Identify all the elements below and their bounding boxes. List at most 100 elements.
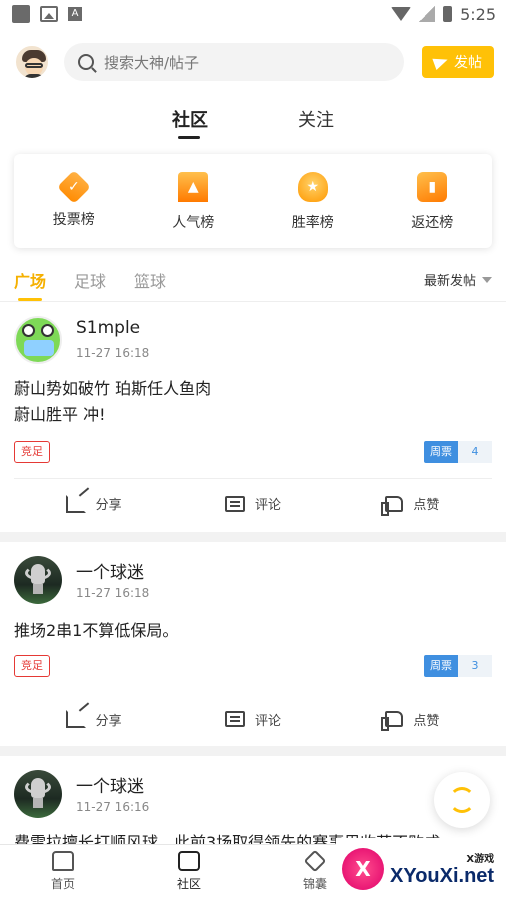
vote-count: 4 <box>458 441 492 463</box>
battery-icon <box>443 6 453 22</box>
vote-badge: 周票 3 <box>424 655 492 677</box>
rank-label: 胜率榜 <box>291 215 334 231</box>
post-time: 11-27 16:16 <box>76 800 150 814</box>
rank-label: 返还榜 <box>411 215 454 231</box>
user-avatar[interactable] <box>14 44 50 80</box>
nav-label: 社区 <box>176 877 201 891</box>
thumbs-up-icon <box>381 495 404 516</box>
nav-label: 首页 <box>50 877 75 891</box>
main-tabs: 社区 关注 <box>0 104 506 144</box>
comment-icon <box>224 711 245 727</box>
post-time: 11-27 16:18 <box>76 586 150 600</box>
post-author[interactable]: S1mple <box>76 318 140 338</box>
post-author[interactable]: 一个球迷 <box>76 558 144 583</box>
like-label: 点赞 <box>413 713 440 729</box>
share-button[interactable]: 分享 <box>14 479 173 528</box>
post-author[interactable]: 一个球迷 <box>76 772 144 797</box>
sort-label: 最新发帖 <box>423 274 476 289</box>
refresh-button[interactable] <box>434 772 490 828</box>
post-avatar[interactable] <box>14 770 62 818</box>
post-time: 11-27 16:18 <box>76 346 150 360</box>
tab-basketball[interactable]: 篮球 <box>134 268 166 292</box>
like-label: 点赞 <box>413 498 440 513</box>
like-button[interactable]: 点赞 <box>333 694 492 744</box>
rank-label: 人气榜 <box>172 215 215 231</box>
tab-football[interactable]: 足球 <box>74 268 106 292</box>
post-button-label: 发帖 <box>454 55 482 71</box>
watermark-text: XYouXi.net <box>390 865 495 887</box>
comment-icon <box>224 495 245 512</box>
watermark-logo: X <box>342 848 384 890</box>
diamond-icon <box>303 849 327 873</box>
refresh-icon <box>449 787 475 813</box>
tab-community[interactable]: 社区 <box>172 106 208 132</box>
rank-label: 投票榜 <box>52 212 95 228</box>
wifi-icon <box>391 7 412 21</box>
search-input[interactable]: 搜索大神/帖子 <box>64 43 404 81</box>
search-placeholder: 搜索大神/帖子 <box>104 53 200 72</box>
rank-win-rate[interactable]: ★ 胜率榜 <box>253 154 373 248</box>
caret-down-icon <box>482 276 492 283</box>
a-notification-icon: A <box>68 7 82 21</box>
divider <box>0 746 506 756</box>
community-icon <box>178 851 200 871</box>
vote-label: 周票 <box>424 655 458 677</box>
share-icon <box>65 710 86 728</box>
vote-rank-icon: ✓ <box>56 170 91 204</box>
sort-dropdown[interactable]: 最新发帖 <box>424 270 492 289</box>
post-text-line: 推场2串1不算低保局。 <box>14 621 179 640</box>
tab-plaza[interactable]: 广场 <box>14 268 46 292</box>
rank-popularity[interactable]: ▲ 人气榜 <box>134 154 254 248</box>
post-text-line: 蔚山势如破竹 珀斯任人鱼肉 <box>14 379 212 398</box>
vote-badge: 周票 4 <box>424 441 492 463</box>
comment-button[interactable]: 评论 <box>173 479 332 528</box>
post-card[interactable]: S1mple 11-27 16:18 蔚山势如破竹 珀斯任人鱼肉 蔚山胜平 冲!… <box>0 302 506 532</box>
post-avatar[interactable] <box>14 316 62 364</box>
post-card[interactable]: 一个球迷 11-27 16:18 推场2串1不算低保局。 竞足 周票 3 分享 … <box>0 542 506 746</box>
post-text-line: 蔚山胜平 冲! <box>14 405 106 424</box>
top-bar: 搜索大神/帖子 发帖 <box>0 40 506 84</box>
post-tag: 竞足 <box>14 441 50 463</box>
vote-label: 周票 <box>424 441 458 463</box>
return-rank-icon: ▮ <box>417 172 448 202</box>
post-avatar[interactable] <box>14 556 62 604</box>
post-tag: 竞足 <box>14 655 50 677</box>
watermark: X X游戏 XYouXi.net <box>336 838 506 900</box>
nav-home[interactable]: 首页 <box>0 845 126 900</box>
post-actions: 分享 评论 点赞 <box>14 478 492 528</box>
popularity-rank-icon: ▲ <box>178 172 209 202</box>
win-rate-rank-icon: ★ <box>297 172 328 202</box>
nav-community[interactable]: 社区 <box>126 845 252 900</box>
rank-vote[interactable]: ✓ 投票榜 <box>14 154 134 248</box>
post-card[interactable]: 一个球迷 11-27 16:16 费雷拉擅长打顺风球，此前3场取得领先的赛事里收… <box>0 756 506 844</box>
like-button[interactable]: 点赞 <box>333 479 492 528</box>
status-bar: A 5:25 <box>0 0 506 28</box>
share-label: 分享 <box>95 498 122 513</box>
vote-count: 3 <box>458 655 492 677</box>
share-button[interactable]: 分享 <box>14 694 173 744</box>
status-time: 5:25 <box>460 4 496 24</box>
sub-tabs: 广场 足球 篮球 最新发帖 <box>0 262 506 302</box>
watermark-small-text: X游戏 <box>466 854 495 865</box>
rank-card: ✓ 投票榜 ▲ 人气榜 ★ 胜率榜 ▮ 返还榜 <box>14 154 492 248</box>
post-button[interactable]: 发帖 <box>422 46 494 78</box>
sub-tab-indicator <box>18 298 42 301</box>
post-actions: 分享 评论 点赞 <box>14 694 492 744</box>
comment-label: 评论 <box>254 713 281 729</box>
comment-label: 评论 <box>254 498 281 513</box>
search-icon <box>78 54 94 70</box>
nav-label: 锦囊 <box>302 877 327 891</box>
share-label: 分享 <box>95 713 122 729</box>
notification-icon <box>12 5 30 23</box>
image-notification-icon <box>40 6 58 22</box>
rank-return[interactable]: ▮ 返还榜 <box>373 154 493 248</box>
send-icon <box>432 53 450 71</box>
thumbs-up-icon <box>381 711 404 731</box>
share-icon <box>65 494 86 513</box>
home-icon <box>52 851 74 871</box>
divider <box>0 532 506 542</box>
signal-icon <box>419 6 436 22</box>
tab-following[interactable]: 关注 <box>298 106 334 132</box>
tab-indicator <box>178 136 200 139</box>
comment-button[interactable]: 评论 <box>173 694 332 744</box>
